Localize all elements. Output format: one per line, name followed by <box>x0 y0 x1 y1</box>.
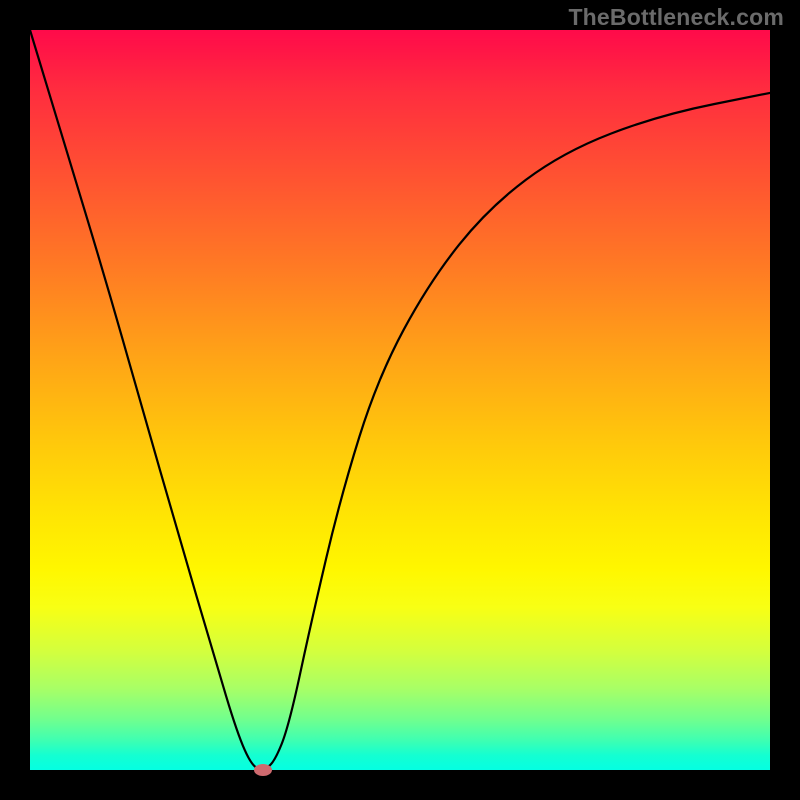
chart-frame: TheBottleneck.com <box>0 0 800 800</box>
plot-area <box>30 30 770 770</box>
watermark-text: TheBottleneck.com <box>568 4 784 31</box>
bottleneck-curve <box>30 30 770 770</box>
minimum-marker <box>254 764 272 776</box>
